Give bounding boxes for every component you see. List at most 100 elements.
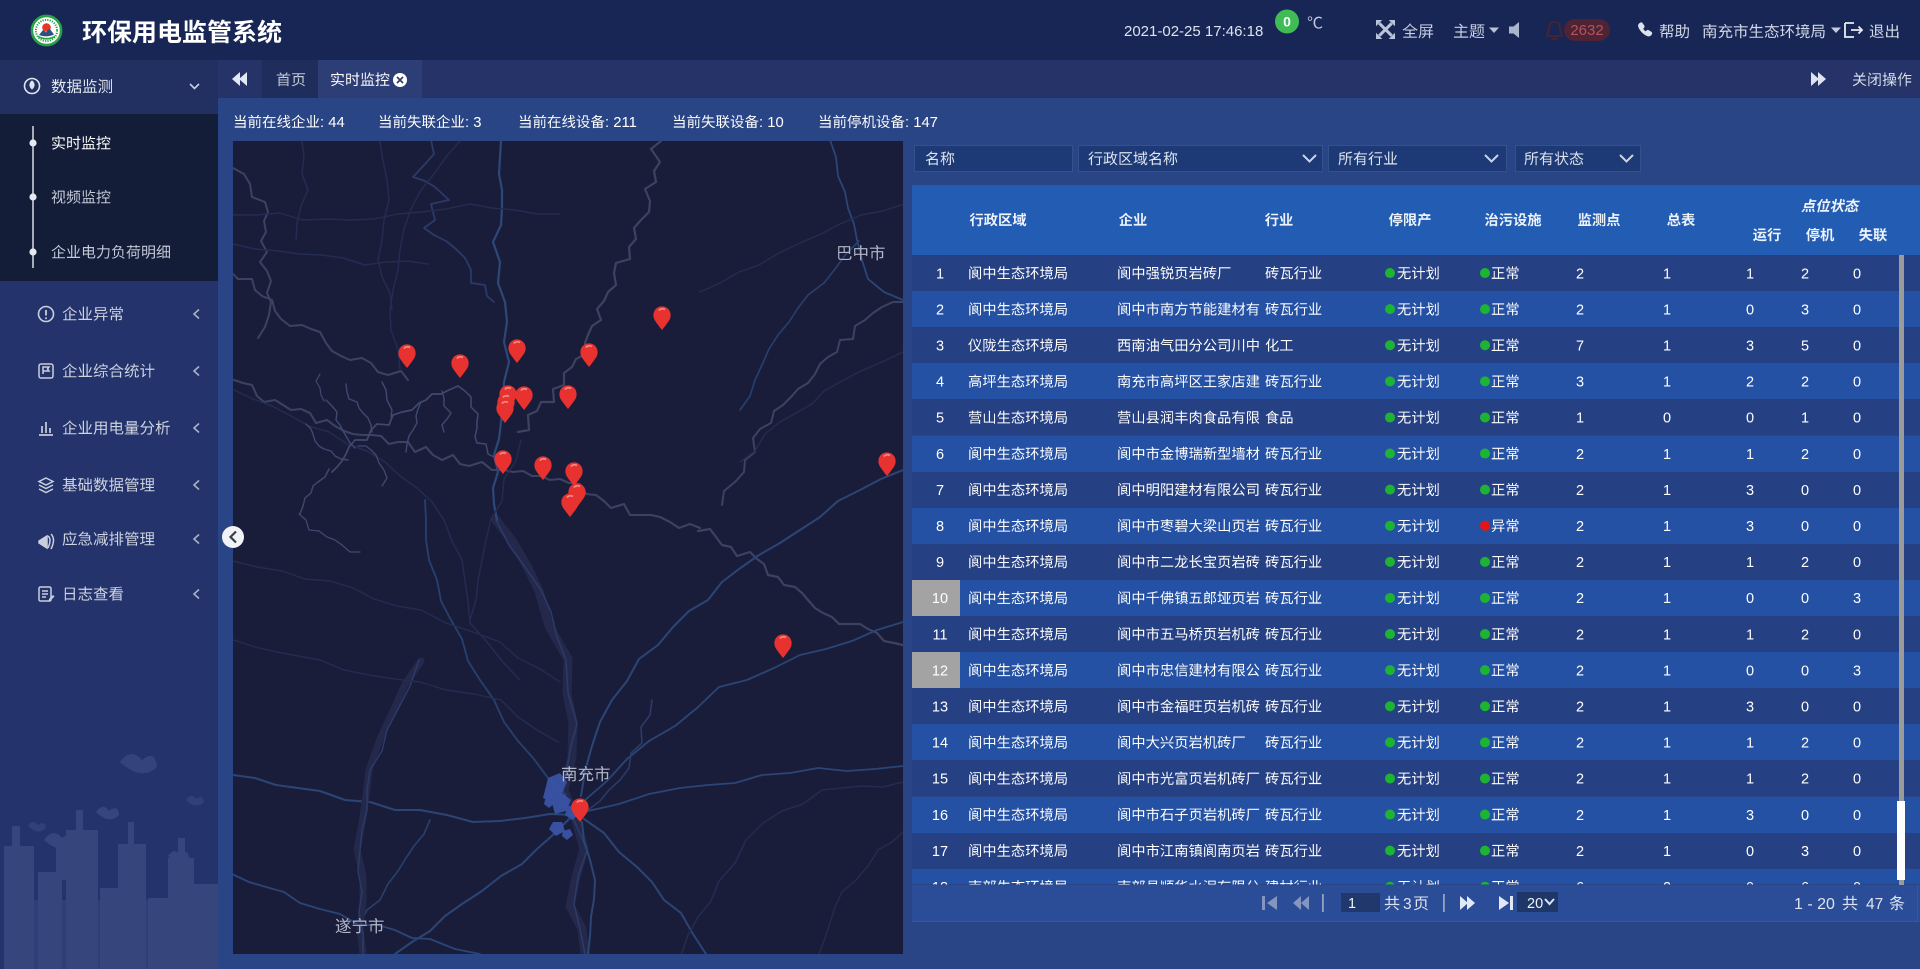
svg-text:1: 1 — [1746, 736, 1754, 752]
svg-text:0: 0 — [1853, 880, 1861, 896]
svg-text:: 211: : 211 — [605, 115, 637, 131]
svg-text:1: 1 — [1663, 663, 1671, 679]
svg-text:14: 14 — [932, 736, 948, 752]
svg-text:2: 2 — [1801, 447, 1809, 463]
svg-text:0: 0 — [1801, 519, 1809, 535]
svg-text:1: 1 — [1663, 302, 1671, 318]
svg-text:: 3: : 3 — [465, 115, 481, 131]
svg-text:0: 0 — [1853, 736, 1861, 752]
svg-text:1: 1 — [1663, 338, 1671, 354]
svg-text:17: 17 — [932, 844, 948, 860]
svg-text:1: 1 — [1576, 411, 1584, 427]
svg-text:0: 0 — [1853, 519, 1861, 535]
svg-text:0: 0 — [1853, 555, 1861, 571]
svg-text:0: 0 — [1801, 591, 1809, 607]
svg-text:1: 1 — [1663, 772, 1671, 788]
svg-text:1: 1 — [1663, 375, 1671, 391]
svg-text:5: 5 — [1801, 338, 1809, 354]
svg-text:5: 5 — [936, 411, 944, 427]
svg-text:3: 3 — [1403, 896, 1412, 913]
svg-text:1: 1 — [1663, 555, 1671, 571]
svg-text:1: 1 — [1663, 483, 1671, 499]
svg-text:2: 2 — [1576, 627, 1584, 643]
svg-text:1: 1 — [1663, 699, 1671, 715]
svg-text:2: 2 — [1576, 699, 1584, 715]
svg-text:2: 2 — [1801, 772, 1809, 788]
svg-text:0: 0 — [1853, 302, 1861, 318]
svg-text:2021-02-25 17:46:18: 2021-02-25 17:46:18 — [1124, 23, 1263, 40]
svg-text:1: 1 — [1663, 808, 1671, 824]
svg-text:15: 15 — [932, 772, 948, 788]
svg-text:0: 0 — [1283, 14, 1291, 30]
svg-text:0: 0 — [1746, 663, 1754, 679]
svg-text:2: 2 — [1576, 447, 1584, 463]
svg-text:2: 2 — [1801, 555, 1809, 571]
svg-text:2: 2 — [1576, 591, 1584, 607]
svg-text:0: 0 — [1853, 447, 1861, 463]
svg-text:3: 3 — [1746, 519, 1754, 535]
svg-text:2: 2 — [1576, 844, 1584, 860]
svg-text:3: 3 — [1746, 808, 1754, 824]
svg-text:2: 2 — [1576, 772, 1584, 788]
svg-text:2: 2 — [1746, 375, 1754, 391]
svg-text:1: 1 — [1663, 591, 1671, 607]
svg-text:6: 6 — [1576, 880, 1584, 896]
svg-text:13: 13 — [932, 699, 948, 715]
svg-text:0: 0 — [1853, 627, 1861, 643]
svg-text:7: 7 — [1576, 338, 1584, 354]
svg-text:3: 3 — [1853, 663, 1861, 679]
svg-text:3: 3 — [1746, 483, 1754, 499]
svg-text:0: 0 — [1853, 338, 1861, 354]
svg-text:1: 1 — [1663, 266, 1671, 282]
svg-text:3: 3 — [1746, 699, 1754, 715]
svg-text:0: 0 — [1746, 880, 1754, 896]
svg-text:1: 1 — [1663, 447, 1671, 463]
svg-text:2: 2 — [1576, 483, 1584, 499]
svg-text:0: 0 — [1801, 699, 1809, 715]
svg-text:8: 8 — [936, 519, 944, 535]
svg-text:2632: 2632 — [1570, 22, 1603, 39]
svg-text:2: 2 — [1576, 555, 1584, 571]
svg-text:2: 2 — [1576, 302, 1584, 318]
svg-text:2: 2 — [1576, 663, 1584, 679]
svg-text:1: 1 — [1746, 555, 1754, 571]
svg-text:0: 0 — [1663, 411, 1671, 427]
svg-text:12: 12 — [932, 663, 948, 679]
svg-text:2: 2 — [1576, 266, 1584, 282]
svg-text:0: 0 — [1853, 808, 1861, 824]
svg-text:2: 2 — [1801, 736, 1809, 752]
svg-text:: 44: : 44 — [320, 115, 345, 131]
svg-text:1: 1 — [1746, 266, 1754, 282]
svg-text:3: 3 — [1801, 844, 1809, 860]
svg-text:1: 1 — [1348, 896, 1356, 912]
svg-text:9: 9 — [936, 555, 944, 571]
svg-text:2: 2 — [1663, 880, 1671, 896]
svg-text:2: 2 — [1801, 627, 1809, 643]
svg-text:20: 20 — [1527, 896, 1543, 912]
svg-text:11: 11 — [932, 627, 947, 643]
svg-text:1: 1 — [1663, 627, 1671, 643]
svg-text:0: 0 — [1801, 808, 1809, 824]
svg-text:7: 7 — [936, 483, 944, 499]
svg-text:3: 3 — [1746, 338, 1754, 354]
svg-text:0: 0 — [1853, 844, 1861, 860]
svg-text:0: 0 — [1853, 483, 1861, 499]
svg-text:1: 1 — [1663, 736, 1671, 752]
svg-text:2: 2 — [936, 302, 944, 318]
svg-text:1: 1 — [936, 266, 944, 282]
svg-text:16: 16 — [932, 808, 948, 824]
svg-text:0: 0 — [1853, 266, 1861, 282]
svg-text:6: 6 — [936, 447, 944, 463]
svg-text:0: 0 — [1746, 302, 1754, 318]
svg-text:0: 0 — [1853, 411, 1861, 427]
svg-text:47: 47 — [1866, 896, 1883, 913]
svg-text:2: 2 — [1801, 266, 1809, 282]
svg-text:18: 18 — [932, 880, 948, 896]
svg-text:0: 0 — [1746, 411, 1754, 427]
svg-text:3: 3 — [936, 338, 944, 354]
svg-text:: 147: : 147 — [905, 115, 938, 131]
svg-text:1: 1 — [1746, 447, 1754, 463]
svg-text:2: 2 — [1576, 736, 1584, 752]
svg-text:1: 1 — [1663, 844, 1671, 860]
svg-text:4: 4 — [936, 375, 944, 391]
